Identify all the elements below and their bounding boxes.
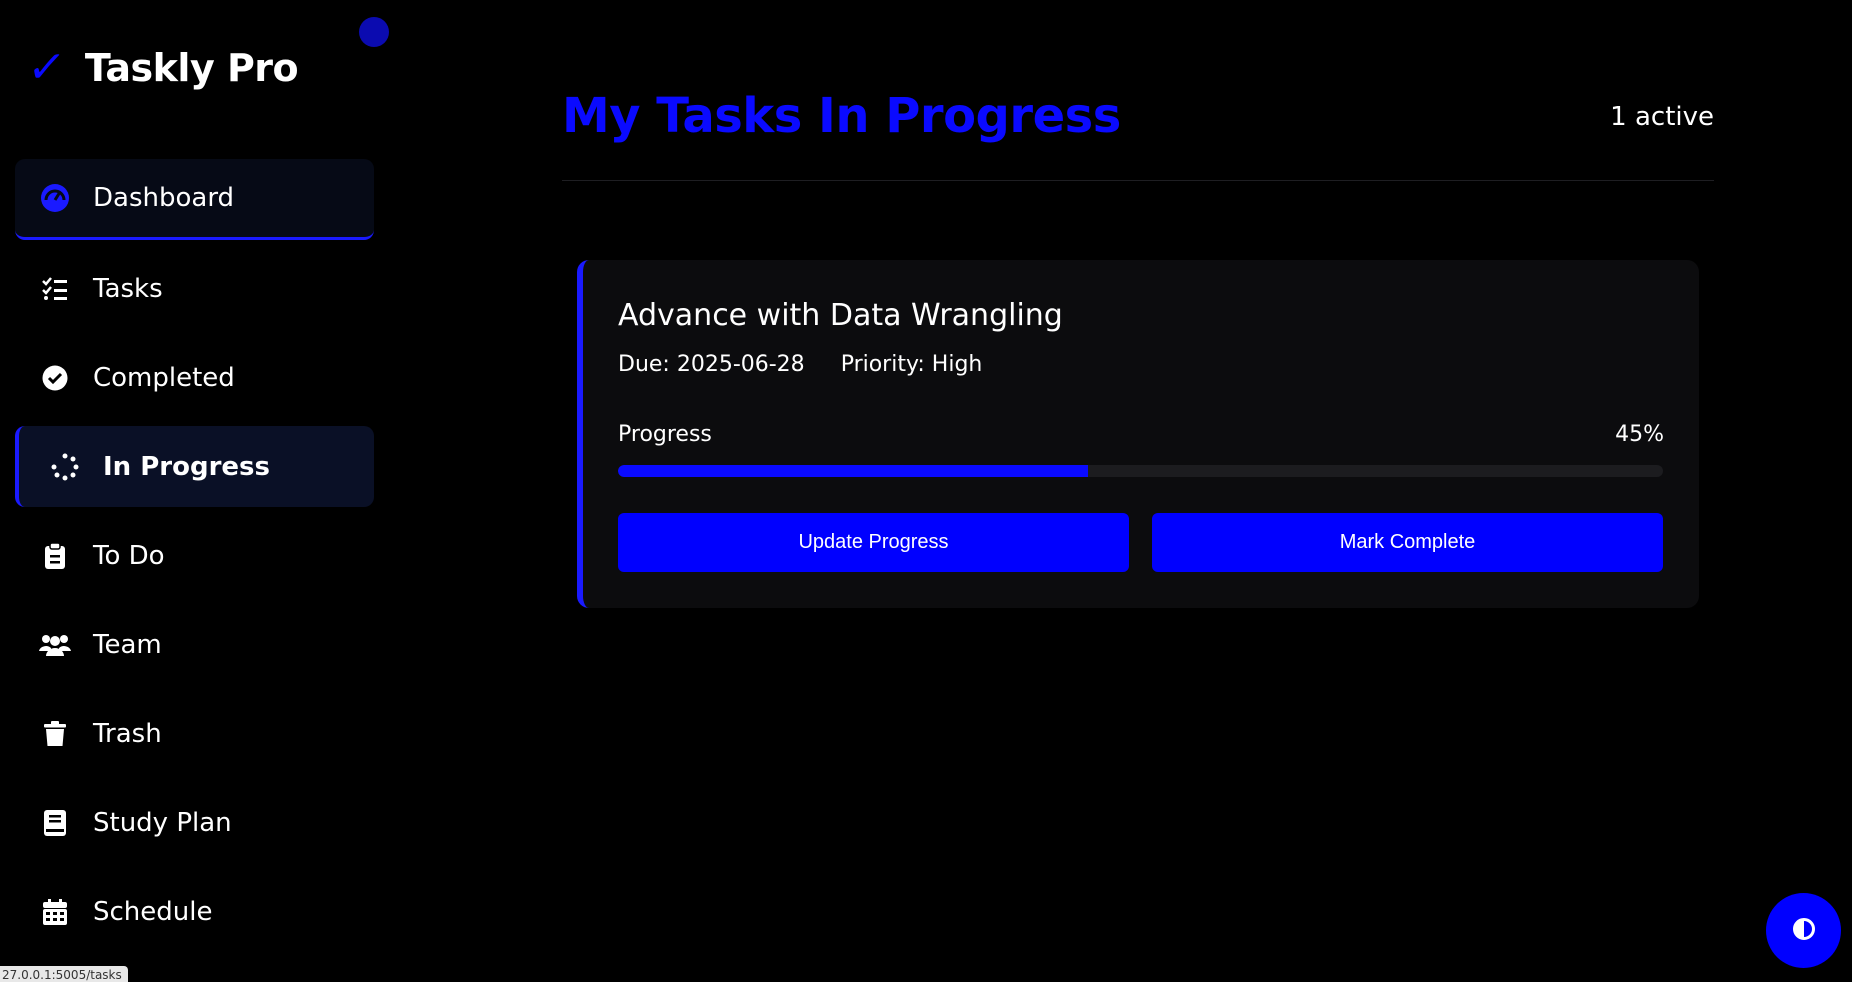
users-icon — [39, 629, 71, 661]
sidebar-item-label: In Progress — [103, 451, 270, 482]
progress-label: Progress — [618, 422, 712, 447]
notification-dot — [359, 17, 389, 47]
header-divider — [562, 180, 1714, 181]
sidebar-item-label: Schedule — [93, 896, 213, 927]
mark-complete-button[interactable]: Mark Complete — [1152, 513, 1663, 572]
spinner-icon — [49, 451, 81, 483]
sidebar-item-study-plan[interactable]: Study Plan — [15, 782, 374, 863]
active-count: 1 active — [1610, 102, 1714, 132]
sidebar-item-team[interactable]: Team — [15, 604, 374, 685]
check-circle-icon — [39, 362, 71, 394]
progress-bar — [618, 465, 1663, 477]
status-bar-url: 27.0.0.1:5005/tasks — [0, 966, 128, 982]
task-meta: Due: 2025-06-28 Priority: High — [618, 352, 982, 377]
page-title: My Tasks In Progress — [562, 88, 1121, 144]
sidebar-item-dashboard[interactable]: Dashboard — [15, 159, 374, 240]
gauge-icon — [39, 182, 71, 214]
theme-toggle-button[interactable] — [1766, 893, 1841, 968]
contrast-icon — [1792, 917, 1816, 945]
task-title: Advance with Data Wrangling — [618, 298, 1063, 333]
update-progress-button[interactable]: Update Progress — [618, 513, 1129, 572]
sidebar: ✓ Taskly Pro Dashboard Tasks Completed I… — [0, 0, 390, 982]
brand-name: Taskly Pro — [84, 46, 299, 90]
sidebar-item-label: To Do — [93, 540, 165, 571]
trash-icon — [39, 718, 71, 750]
progress-bar-fill — [618, 465, 1089, 477]
sidebar-item-label: Trash — [93, 718, 162, 749]
sidebar-item-in-progress[interactable]: In Progress — [15, 426, 374, 507]
brand-check-icon: ✓ — [24, 42, 69, 93]
task-due-date: Due: 2025-06-28 — [618, 352, 805, 377]
sidebar-item-label: Study Plan — [93, 807, 232, 838]
sidebar-nav: Dashboard Tasks Completed In Progress To… — [15, 159, 374, 960]
sidebar-item-label: Dashboard — [93, 183, 235, 213]
list-check-icon — [39, 273, 71, 305]
calendar-icon — [39, 896, 71, 928]
clipboard-icon — [39, 540, 71, 572]
sidebar-item-label: Tasks — [93, 273, 163, 304]
progress-value: 45% — [1615, 422, 1664, 447]
book-icon — [39, 807, 71, 839]
sidebar-item-completed[interactable]: Completed — [15, 337, 374, 418]
sidebar-item-label: Completed — [93, 362, 235, 393]
sidebar-item-trash[interactable]: Trash — [15, 693, 374, 774]
task-card: Advance with Data Wrangling Due: 2025-06… — [577, 260, 1699, 608]
app-root: ✓ Taskly Pro Dashboard Tasks Completed I… — [0, 0, 1852, 982]
task-priority: Priority: High — [840, 352, 983, 377]
brand[interactable]: ✓ Taskly Pro — [24, 40, 299, 96]
sidebar-item-schedule[interactable]: Schedule — [15, 871, 374, 952]
sidebar-item-tasks[interactable]: Tasks — [15, 248, 374, 329]
sidebar-item-to-do[interactable]: To Do — [15, 515, 374, 596]
sidebar-item-label: Team — [93, 629, 162, 660]
